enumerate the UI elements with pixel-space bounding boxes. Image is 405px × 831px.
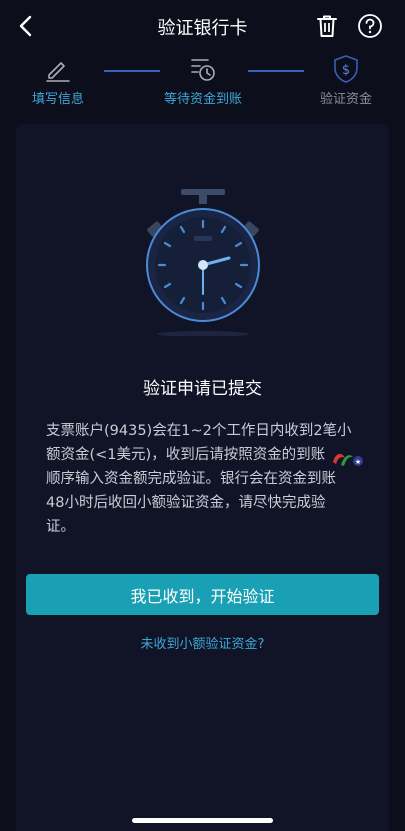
home-indicator: [132, 818, 273, 823]
help-button[interactable]: [357, 13, 383, 39]
content-card: 验证申请已提交 支票账户(9435)会在1~2个工作日内收到2笔小 额资金(<1…: [16, 124, 389, 831]
description-line: 支票账户(9435)会在1~2个工作日内收到2笔小: [46, 423, 352, 439]
submitted-title: 验证申请已提交: [143, 379, 262, 399]
edit-icon: [46, 62, 70, 82]
step-fill-info: 填写信息: [0, 54, 118, 107]
svg-text:★: ★: [355, 458, 361, 466]
step-label: 填写信息: [31, 92, 84, 107]
header-bar: 验证银行卡: [0, 0, 405, 54]
logo-badge-icon: ★: [333, 453, 363, 466]
step-wait-funds: 等待资金到账: [143, 54, 263, 107]
step-label: 等待资金到账: [163, 92, 242, 107]
help-circle-icon: [358, 14, 382, 38]
description-line: 顺序输入资金额完成验证。银行会在资金到账: [46, 471, 336, 487]
description-line: 额资金(<1美元)，收到后请按照资金的到账: [46, 447, 326, 463]
stopwatch-icon: [146, 189, 260, 336]
description-text: 支票账户(9435)会在1~2个工作日内收到2笔小 额资金(<1美元)，收到后请…: [46, 419, 364, 539]
delete-button[interactable]: [314, 13, 340, 39]
description-line: 48小时后收回小额验证资金，请尽快完成验: [46, 495, 326, 511]
dollar-shield-icon: $: [334, 55, 358, 83]
description-line: 证。: [46, 519, 75, 535]
start-verify-button[interactable]: 我已收到，开始验证: [26, 574, 379, 615]
step-label: 验证资金: [319, 92, 372, 107]
trash-icon: [317, 15, 337, 37]
not-received-link[interactable]: 未收到小额验证资金?: [16, 633, 389, 652]
svg-text:$: $: [342, 63, 350, 78]
step-verify-funds: $ 验证资金: [286, 54, 405, 107]
page-title: 验证银行卡: [157, 18, 248, 39]
list-clock-icon: [191, 59, 215, 81]
progress-steps: 填写信息 等待资金到账 $ 验证资金: [0, 54, 405, 116]
